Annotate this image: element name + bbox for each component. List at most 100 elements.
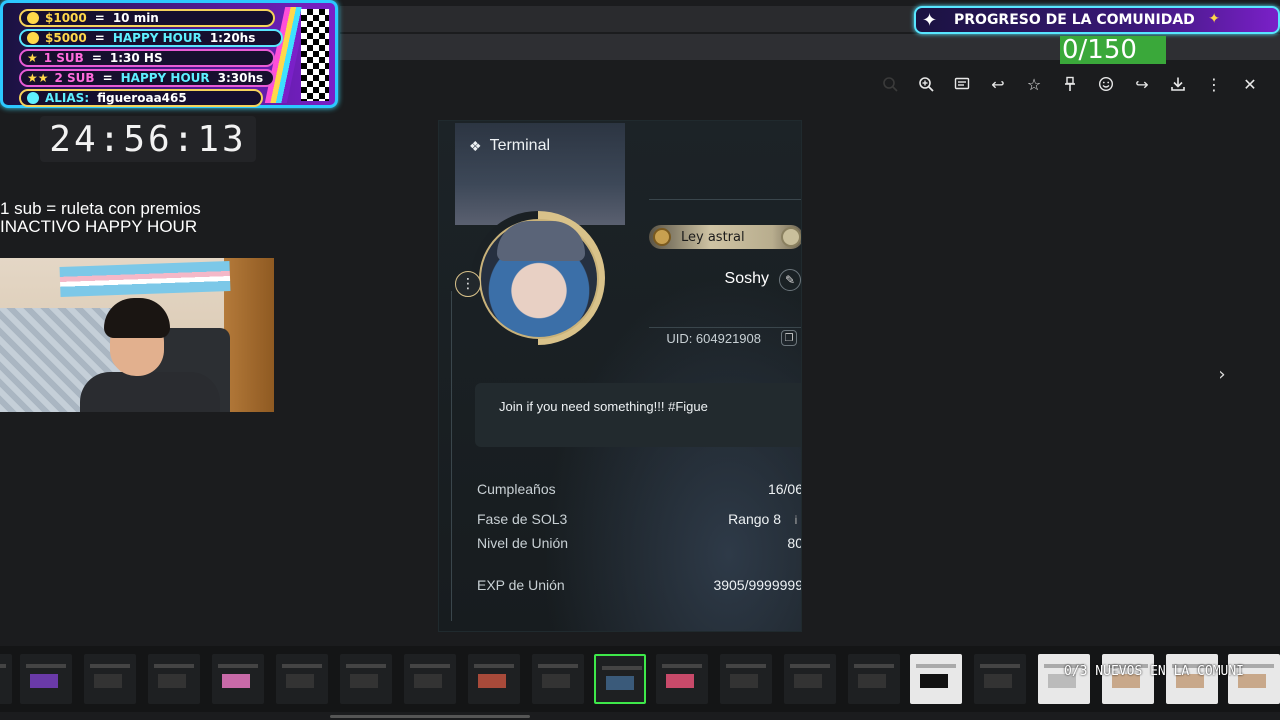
copy-icon[interactable]: ❐ bbox=[781, 330, 797, 346]
badge-end-icon bbox=[781, 227, 801, 247]
star-icon: ★ bbox=[27, 51, 38, 65]
checkered-flag-decor bbox=[301, 9, 329, 101]
thumbnail[interactable] bbox=[720, 654, 772, 704]
more-icon[interactable]: ⋮ bbox=[1196, 70, 1232, 98]
alias-label: ALIAS: bbox=[45, 91, 90, 105]
info-icon[interactable]: i bbox=[789, 513, 801, 527]
donation-amount: 1 SUB bbox=[43, 51, 84, 65]
sparkle-icon: ✦ bbox=[922, 10, 938, 31]
equals-sign: = bbox=[94, 31, 105, 45]
caption-icon[interactable] bbox=[944, 70, 980, 98]
title-badge: Ley astral bbox=[649, 225, 801, 249]
avatar-hat bbox=[497, 221, 585, 261]
alias-value: figueroaa465 bbox=[97, 91, 187, 105]
stat-value: 16/06 bbox=[767, 481, 802, 497]
stat-row-sol3: Fase de SOL3 Rango 8 i bbox=[477, 511, 801, 531]
thumbnail[interactable] bbox=[0, 654, 12, 704]
stat-label: Cumpleaños bbox=[477, 481, 556, 497]
thumbnail[interactable] bbox=[532, 654, 584, 704]
thumbnail[interactable] bbox=[784, 654, 836, 704]
signature-text: Join if you need something!!! #Figue bbox=[499, 399, 708, 414]
thumbnail-strip bbox=[0, 646, 1280, 712]
forward-icon[interactable]: ↪ bbox=[1124, 70, 1160, 98]
thumbnail[interactable] bbox=[468, 654, 520, 704]
thumbnail[interactable] bbox=[1038, 654, 1090, 704]
terminal-title-text: Terminal bbox=[489, 137, 551, 154]
alias-row: ALIAS: figueroaa465 bbox=[19, 89, 263, 107]
stat-value-wrap: Rango 8 i bbox=[728, 511, 801, 527]
coin-stack-icon bbox=[27, 32, 39, 44]
community-progress-count: 0/150 bbox=[1060, 35, 1166, 65]
community-progress-title: PROGRESO DE LA COMUNIDAD bbox=[954, 12, 1195, 28]
donation-reward: 10 min bbox=[112, 11, 159, 25]
player-name: Soshy bbox=[724, 270, 769, 287]
stat-value: Rango 8 bbox=[728, 511, 781, 527]
countdown-timer: 24:56:13 bbox=[40, 116, 256, 162]
thumbnail[interactable] bbox=[20, 654, 72, 704]
donation-row-5000: $5000 = HAPPY HOUR 1:20hs bbox=[19, 29, 283, 47]
gem-icon bbox=[653, 228, 671, 246]
stat-row-union-level: Nivel de Unión 80 bbox=[477, 535, 802, 555]
sub-roulette-text: 1 sub = ruleta con premios bbox=[0, 199, 201, 218]
coin-icon bbox=[27, 12, 39, 24]
donation-reward: 1:30 HS bbox=[109, 51, 163, 65]
profile-card-image: ❖ Terminal ⋮ Ley astral Soshy ✎ UID: 604… bbox=[438, 120, 802, 632]
thumbnail[interactable] bbox=[404, 654, 456, 704]
thumbnail[interactable] bbox=[340, 654, 392, 704]
star-icon[interactable]: ☆ bbox=[1016, 70, 1052, 98]
happy-hour-label: HAPPY HOUR bbox=[112, 31, 202, 45]
community-progress-banner: ✦ PROGRESO DE LA COMUNIDAD ✦ bbox=[914, 6, 1280, 34]
stat-value: 3905/9999999 bbox=[713, 577, 802, 593]
next-image-chevron-icon[interactable]: › bbox=[1208, 360, 1236, 388]
search-icon[interactable] bbox=[872, 70, 908, 98]
signature-box bbox=[475, 383, 801, 447]
stat-label: Fase de SOL3 bbox=[477, 511, 568, 527]
thumbnail[interactable] bbox=[1166, 654, 1218, 704]
donation-amount: $1000 bbox=[45, 11, 87, 25]
donation-amount: 2 SUB bbox=[54, 71, 95, 85]
diamond-icon: ❖ bbox=[469, 137, 482, 154]
donation-goals-panel: $1000 = 10 min $5000 = HAPPY HOUR 1:20hs… bbox=[0, 0, 338, 108]
webcam-feed bbox=[0, 258, 274, 412]
reply-icon[interactable]: ↩ bbox=[980, 70, 1016, 98]
thumbnail-selected[interactable] bbox=[594, 654, 646, 704]
sparkle-icon: ✦ bbox=[1208, 11, 1220, 27]
equals-sign: = bbox=[94, 11, 105, 25]
thumbnail[interactable] bbox=[84, 654, 136, 704]
thumbnail[interactable] bbox=[974, 654, 1026, 704]
sub-info: 1 sub = ruleta con premios INACTIVO HAPP… bbox=[0, 200, 201, 236]
thumbnail[interactable] bbox=[148, 654, 200, 704]
stat-value: 80 bbox=[787, 535, 802, 551]
donation-amount: $5000 bbox=[45, 31, 87, 45]
happy-hour-label: HAPPY HOUR bbox=[120, 71, 210, 85]
stat-label: Nivel de Unión bbox=[477, 535, 569, 551]
happy-hour-status: INACTIVO HAPPY HOUR bbox=[0, 217, 198, 236]
close-icon[interactable]: ✕ bbox=[1232, 70, 1268, 98]
avatar-menu-icon[interactable]: ⋮ bbox=[455, 271, 481, 297]
thumbnail[interactable] bbox=[848, 654, 900, 704]
double-star-icon: ★★ bbox=[27, 71, 49, 85]
thumbnail[interactable] bbox=[212, 654, 264, 704]
stat-label: EXP de Unión bbox=[477, 577, 565, 593]
pin-icon[interactable] bbox=[1052, 70, 1088, 98]
donation-row-1000: $1000 = 10 min bbox=[19, 9, 275, 27]
player-uid: UID: 604921908 bbox=[666, 331, 761, 346]
thumbnail[interactable] bbox=[1228, 654, 1280, 704]
donation-row-2-sub: ★★ 2 SUB = HAPPY HOUR 3:30hs bbox=[19, 69, 275, 87]
donation-row-1-sub: ★ 1 SUB = 1:30 HS bbox=[19, 49, 275, 67]
emoji-icon[interactable] bbox=[1088, 70, 1124, 98]
download-icon[interactable] bbox=[1160, 70, 1196, 98]
thumbnail[interactable] bbox=[1102, 654, 1154, 704]
equals-sign: = bbox=[102, 71, 113, 85]
equals-sign: = bbox=[91, 51, 102, 65]
thumbnail[interactable] bbox=[656, 654, 708, 704]
thumbnail-scrollbar[interactable] bbox=[330, 715, 530, 718]
stat-row-birthday: Cumpleaños 16/06 bbox=[477, 481, 802, 501]
zoom-in-icon[interactable] bbox=[908, 70, 944, 98]
edit-icon[interactable]: ✎ bbox=[779, 269, 801, 291]
thumbnail[interactable] bbox=[910, 654, 962, 704]
donation-reward: 1:20hs bbox=[209, 31, 256, 45]
thumbnail[interactable] bbox=[276, 654, 328, 704]
title-badge-text: Ley astral bbox=[681, 229, 745, 245]
new-community-counter: 0/3 NUEVOS EN LA COMUNI bbox=[1064, 664, 1245, 679]
